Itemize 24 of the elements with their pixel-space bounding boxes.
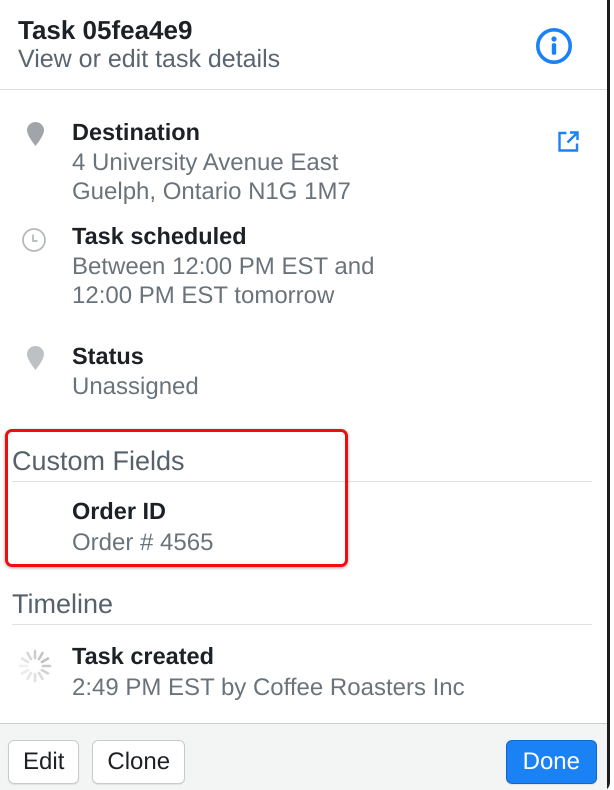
event-title: Task created bbox=[72, 642, 214, 671]
footer-button[interactable]: Edit bbox=[8, 740, 80, 784]
section-heading: Timeline bbox=[12, 589, 592, 625]
location-pin-icon bbox=[26, 346, 44, 370]
task-title: Task 05fea4e9 bbox=[18, 16, 192, 45]
detail-value: Between 12:00 PM EST and 12:00 PM EST tomorrow bbox=[72, 252, 376, 310]
detail-value: 4 University Avenue East bbox=[72, 148, 338, 177]
task-subtitle: View or edit task details bbox=[18, 45, 280, 73]
primary-button[interactable]: Done bbox=[506, 740, 597, 784]
section-heading: Custom Fields bbox=[12, 446, 592, 482]
spinner-icon bbox=[18, 649, 52, 683]
clock-icon bbox=[22, 228, 46, 252]
detail-value: Unassigned bbox=[72, 372, 199, 401]
field-value: Order # 4565 bbox=[72, 528, 214, 558]
detail-label: Destination bbox=[72, 118, 200, 147]
external-link-icon[interactable] bbox=[558, 131, 579, 152]
info-icon[interactable] bbox=[536, 28, 572, 64]
event-detail: 2:49 PM EST by Coffee Roasters Inc bbox=[72, 673, 465, 703]
location-pin-icon bbox=[26, 122, 44, 146]
field-label: Order ID bbox=[72, 497, 166, 526]
footer-button[interactable]: Clone bbox=[92, 740, 186, 784]
detail-label: Status bbox=[72, 342, 144, 371]
detail-value: Guelph, Ontario N1G 1M7 bbox=[72, 177, 351, 206]
detail-label: Task scheduled bbox=[72, 222, 247, 251]
